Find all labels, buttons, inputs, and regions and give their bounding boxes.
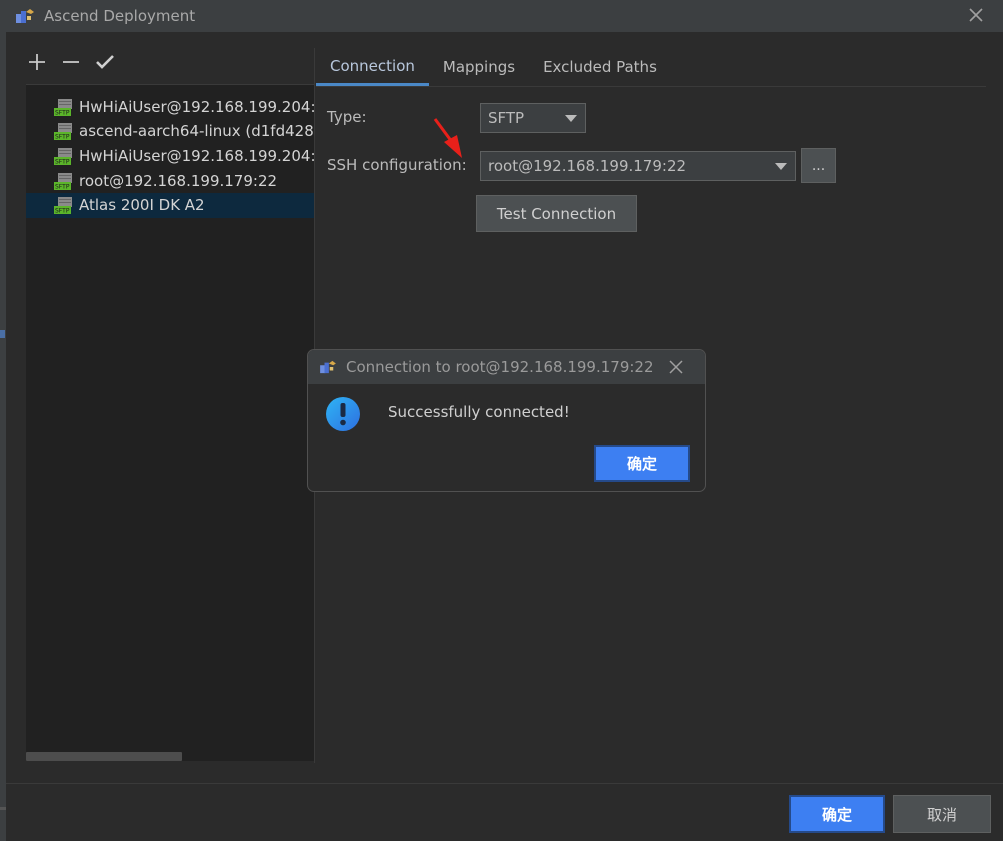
sftp-icon: SFTP <box>54 148 72 166</box>
tree-item-selected[interactable]: SFTP Atlas 200I DK A2 <box>26 193 314 218</box>
dialog-ok-button[interactable]: 确定 <box>594 445 690 482</box>
plus-icon <box>29 54 45 70</box>
info-icon <box>326 397 360 431</box>
app-logo-icon <box>16 9 34 23</box>
chevron-down-icon <box>565 115 577 122</box>
add-server-button[interactable] <box>26 51 48 73</box>
ssh-configuration-value: root@192.168.199.179:22 <box>488 157 687 175</box>
sftp-icon: SFTP <box>54 123 72 141</box>
tab-mappings[interactable]: Mappings <box>429 48 529 86</box>
dialog-message: Successfully connected! <box>388 403 570 421</box>
edge-marker <box>0 330 5 338</box>
title-bar: Ascend Deployment <box>0 0 1003 32</box>
footer-divider <box>6 783 1003 784</box>
svg-text:SFTP: SFTP <box>55 208 70 215</box>
sftp-icon: SFTP <box>54 197 72 215</box>
cancel-button[interactable]: 取消 <box>893 795 991 833</box>
ssh-browse-button[interactable]: ... <box>801 148 836 183</box>
close-icon[interactable] <box>669 360 683 374</box>
svg-text:SFTP: SFTP <box>55 110 70 117</box>
tree-item[interactable]: SFTP HwHiAiUser@192.168.199.204:2 <box>26 144 314 169</box>
red-arrow-annotation <box>433 118 462 158</box>
tab-excluded-paths[interactable]: Excluded Paths <box>529 48 671 86</box>
remove-server-button[interactable] <box>60 51 82 73</box>
chevron-down-icon <box>775 163 787 170</box>
tree-horizontal-scrollbar[interactable] <box>26 752 182 761</box>
tree-item-label: root@192.168.199.179:22 <box>79 172 278 190</box>
tabs-divider <box>316 86 986 87</box>
tree-item[interactable]: SFTP root@192.168.199.179:22 <box>26 169 314 194</box>
tree-item-label: Atlas 200I DK A2 <box>79 196 205 214</box>
tree-item[interactable]: SFTP HwHiAiUser@192.168.199.204:2 <box>26 95 314 120</box>
connection-result-dialog: Connection to root@192.168.199.179:22 Su… <box>307 349 706 492</box>
minus-icon <box>63 61 79 63</box>
type-select-value: SFTP <box>488 109 525 127</box>
type-select[interactable]: SFTP <box>480 103 586 133</box>
left-edge-strip <box>0 32 6 841</box>
tree-item-label: HwHiAiUser@192.168.199.204:2 <box>79 98 314 116</box>
dialog-title: Connection to root@192.168.199.179:22 <box>346 358 654 376</box>
tree-toolbar <box>26 48 116 76</box>
tree-item[interactable]: SFTP ascend-aarch64-linux (d1fd4282 <box>26 119 314 144</box>
edge-marker <box>0 807 6 810</box>
settings-tabs: Connection Mappings Excluded Paths <box>316 48 671 86</box>
check-icon <box>96 55 114 69</box>
ok-button[interactable]: 确定 <box>789 795 885 833</box>
dialog-title-bar: Connection to root@192.168.199.179:22 <box>308 350 705 384</box>
ssh-configuration-select[interactable]: root@192.168.199.179:22 <box>480 151 796 181</box>
sftp-icon: SFTP <box>54 99 72 117</box>
sftp-icon: SFTP <box>54 173 72 191</box>
ssh-configuration-label: SSH configuration: <box>327 156 467 174</box>
test-connection-button[interactable]: Test Connection <box>476 195 637 232</box>
svg-text:SFTP: SFTP <box>55 159 70 166</box>
app-logo-icon <box>320 360 336 374</box>
svg-text:SFTP: SFTP <box>55 134 70 141</box>
set-default-button[interactable] <box>94 51 116 73</box>
svg-text:SFTP: SFTP <box>55 184 70 191</box>
server-tree: SFTP HwHiAiUser@192.168.199.204:2 SFTP a… <box>26 85 314 761</box>
close-icon[interactable] <box>967 6 985 24</box>
window-title: Ascend Deployment <box>44 7 196 25</box>
tree-item-label: ascend-aarch64-linux (d1fd4282 <box>79 122 314 140</box>
type-label: Type: <box>327 108 367 126</box>
tree-item-label: HwHiAiUser@192.168.199.204:2 <box>79 147 314 165</box>
tab-connection[interactable]: Connection <box>316 48 429 86</box>
